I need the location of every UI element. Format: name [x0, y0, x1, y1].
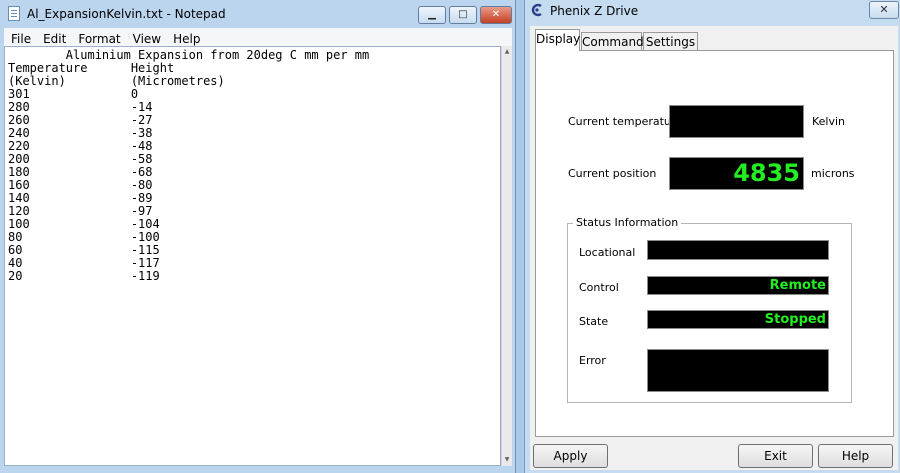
- notepad-menubar: File Edit Format View Help: [4, 28, 512, 46]
- notepad-document-icon: [8, 6, 20, 21]
- current-temperature-display: [669, 105, 804, 138]
- scroll-up-arrow-icon[interactable]: ▲: [502, 46, 512, 58]
- locational-display: [647, 240, 829, 260]
- phenix-window: Phenix Z Drive ✕ Display Commands Settin…: [524, 0, 900, 473]
- state-display: Stopped: [647, 310, 829, 329]
- vertical-scrollbar[interactable]: ▲ ▼: [501, 46, 512, 466]
- phenix-window-title: Phenix Z Drive: [550, 4, 639, 18]
- control-display: Remote: [647, 276, 829, 295]
- close-button[interactable]: ✕: [480, 6, 512, 24]
- error-label: Error: [579, 354, 606, 367]
- phenix-logo-icon: [531, 3, 542, 17]
- temperature-unit: Kelvin: [812, 115, 846, 128]
- tab-commands[interactable]: Commands: [581, 32, 650, 52]
- status-information-group: Status Information Locational Control Re…: [567, 216, 852, 403]
- status-group-title: Status Information: [573, 216, 682, 229]
- notepad-titlebar[interactable]: Al_ExpansionKelvin.txt - Notepad ▁ □ ✕: [0, 0, 516, 28]
- notepad-window-title: Al_ExpansionKelvin.txt - Notepad: [27, 7, 226, 21]
- display-tab-panel: Current temperature Kelvin Current posit…: [535, 50, 894, 437]
- current-temperature-label: Current temperature: [568, 115, 682, 128]
- current-position-label: Current position: [568, 167, 657, 180]
- minimize-button[interactable]: ▁: [418, 6, 446, 24]
- position-unit: microns: [811, 167, 855, 180]
- phenix-client-area: Display Commands Settings Current temper…: [530, 26, 898, 470]
- current-position-display: 4835: [669, 157, 804, 190]
- maximize-button[interactable]: □: [449, 6, 477, 24]
- scroll-down-arrow-icon[interactable]: ▼: [502, 454, 512, 466]
- phenix-titlebar[interactable]: Phenix Z Drive ✕: [525, 0, 900, 22]
- notepad-window: Al_ExpansionKelvin.txt - Notepad ▁ □ ✕ F…: [0, 0, 516, 473]
- tab-settings[interactable]: Settings: [643, 32, 698, 52]
- control-label: Control: [579, 281, 619, 294]
- apply-button[interactable]: Apply: [533, 444, 608, 468]
- locational-label: Locational: [579, 246, 636, 259]
- help-button[interactable]: Help: [818, 444, 893, 468]
- state-label: State: [579, 315, 609, 328]
- notepad-text-area[interactable]: Aluminium Expansion from 20deg C mm per …: [4, 46, 501, 466]
- phenix-close-button[interactable]: ✕: [869, 1, 899, 19]
- error-display: [647, 349, 829, 392]
- notepad-document-text[interactable]: Aluminium Expansion from 20deg C mm per …: [8, 49, 369, 283]
- exit-button[interactable]: Exit: [738, 444, 813, 468]
- tab-display[interactable]: Display: [535, 29, 580, 51]
